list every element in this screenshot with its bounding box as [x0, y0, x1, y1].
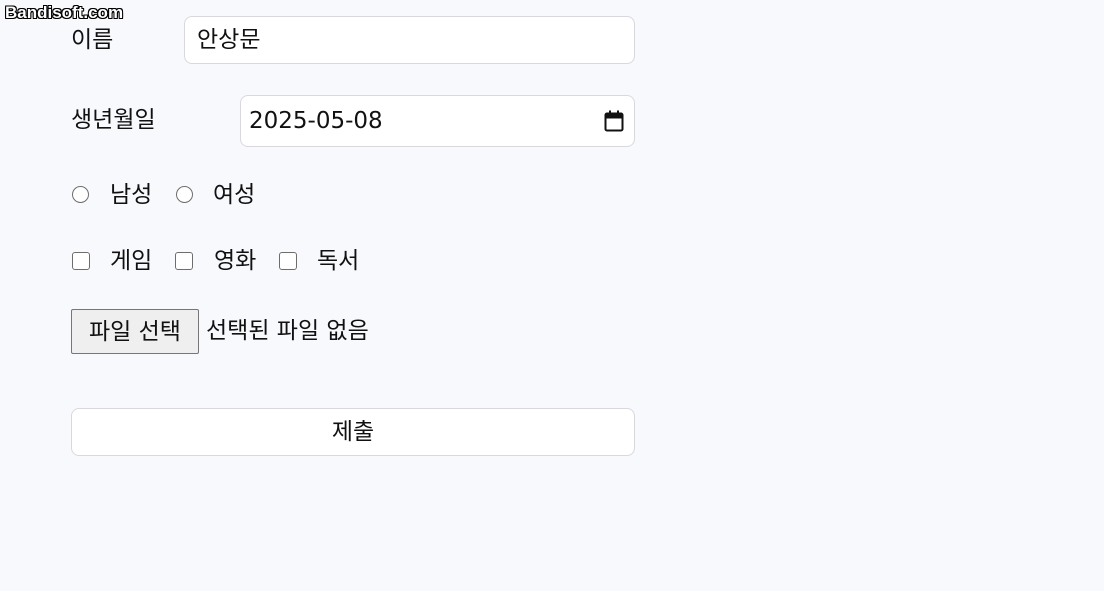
submit-button[interactable]: 제출 [71, 408, 635, 456]
gender-label-male: 남성 [110, 182, 153, 208]
file-status-text: 선택된 파일 없음 [206, 318, 369, 344]
birth-date-input[interactable]: 2025-05-08 [240, 95, 635, 147]
gender-label-female: 여성 [213, 182, 256, 208]
name-input[interactable]: 안상문 [184, 16, 635, 64]
hobby-checkbox-game[interactable] [72, 252, 90, 270]
gender-radio-male[interactable] [72, 186, 89, 203]
hobby-label-game: 게임 [110, 248, 153, 274]
calendar-icon[interactable] [604, 110, 624, 132]
name-input-value: 안상문 [197, 27, 261, 53]
gender-radio-female[interactable] [176, 186, 193, 203]
birth-date-label: 생년월일 [71, 107, 156, 133]
hobby-checkbox-movie[interactable] [175, 252, 193, 270]
watermark: Bandisoft.com [5, 3, 124, 22]
file-select-button[interactable]: 파일 선택 [71, 309, 199, 354]
hobby-checkbox-reading[interactable] [279, 252, 297, 270]
hobby-label-movie: 영화 [214, 248, 257, 274]
birth-date-value: 2025-05-08 [249, 108, 383, 134]
hobby-label-reading: 독서 [317, 248, 360, 274]
name-label: 이름 [71, 27, 114, 53]
